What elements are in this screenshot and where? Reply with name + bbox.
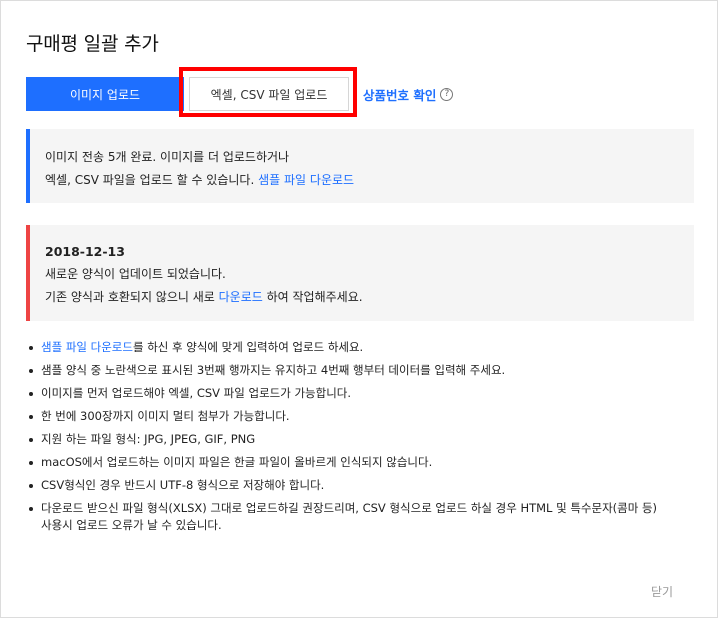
list-item: 한 번에 300장까지 이미지 멀티 첨부가 가능합니다. <box>26 408 706 425</box>
new-format-download-link[interactable]: 다운로드 <box>219 290 263 304</box>
bullet-dot <box>29 369 33 373</box>
list-item-text: 를 하신 후 양식에 맞게 입력하여 업로드 하세요. <box>132 340 364 354</box>
list-item-text-line1: 다운로드 받으신 파일 형식(XLSX) 그대로 업로드하길 권장드리며, CS… <box>41 501 658 515</box>
list-item-text-line2: 사용시 업로드 오류가 날 수 있습니다. <box>41 518 222 532</box>
bullet-dot <box>29 438 33 442</box>
bullet-dot <box>29 415 33 419</box>
list-item: 다운로드 받으신 파일 형식(XLSX) 그대로 업로드하길 권장드리며, CS… <box>26 500 706 534</box>
list-item-text: 이미지를 먼저 업로드해야 엑셀, CSV 파일 업로드가 가능합니다. <box>41 386 352 400</box>
dialog-title: 구매평 일괄 추가 <box>26 33 159 55</box>
list-item-text: 샘플 양식 중 노란색으로 표시된 3번째 행까지는 유지하고 4번째 행부터 … <box>41 363 506 377</box>
list-item: macOS에서 업로드하는 이미지 파일은 한글 파일이 올바르게 인식되지 않… <box>26 454 706 471</box>
list-item: 샘플 파일 다운로드를 하신 후 양식에 맞게 입력하여 업로드 하세요. <box>26 339 706 356</box>
list-item: 이미지를 먼저 업로드해야 엑셀, CSV 파일 업로드가 가능합니다. <box>26 385 706 402</box>
upload-status-text: 엑셀, CSV 파일을 업로드 할 수 있습니다. <box>45 173 259 187</box>
upload-status-line2: 엑셀, CSV 파일을 업로드 할 수 있습니다. 샘플 파일 다운로드 <box>45 169 694 192</box>
notice-update-line: 새로운 양식이 업데이트 되었습니다. <box>45 267 226 281</box>
list-item: 지원 하는 파일 형식: JPG, JPEG, GIF, PNG <box>26 431 706 448</box>
bullet-dot <box>29 346 33 350</box>
notice-redownload-prefix: 기존 양식과 호환되지 않으니 새로 <box>45 290 219 304</box>
product-number-check-label: 상품번호 확인 <box>363 88 437 103</box>
list-item-text: macOS에서 업로드하는 이미지 파일은 한글 파일이 올바르게 인식되지 않… <box>41 455 433 469</box>
format-update-notice: 2018-12-13 새로운 양식이 업데이트 되었습니다. 기존 양식과 호환… <box>26 225 694 321</box>
notice-redownload-suffix: 하여 작업해주세요. <box>262 290 363 304</box>
question-circle-icon[interactable]: ? <box>440 88 454 101</box>
list-item-text: 한 번에 300장까지 이미지 멀티 첨부가 가능합니다. <box>41 409 290 423</box>
bullet-dot <box>29 484 33 488</box>
notice-date: 2018-12-13 <box>45 244 125 259</box>
bullet-dot <box>29 392 33 396</box>
sample-file-download-link[interactable]: 샘플 파일 다운로드 <box>41 340 133 354</box>
excel-csv-upload-button[interactable]: 엑셀, CSV 파일 업로드 <box>189 77 349 111</box>
upload-status-notice: 이미지 전송 5개 완료. 이미지를 더 업로드하거나 엑셀, CSV 파일을 … <box>26 129 694 203</box>
bulk-review-dialog: 구매평 일괄 추가 이미지 업로드 엑셀, CSV 파일 업로드 상품번호 확인… <box>0 0 718 618</box>
notice-redownload-line: 기존 양식과 호환되지 않으니 새로 다운로드 하여 작업해주세요. <box>45 286 694 309</box>
product-number-check-link[interactable]: 상품번호 확인 ? <box>363 85 454 104</box>
list-item: CSV형식인 경우 반드시 UTF-8 형식으로 저장해야 합니다. <box>26 477 706 494</box>
list-item: 샘플 양식 중 노란색으로 표시된 3번째 행까지는 유지하고 4번째 행부터 … <box>26 362 706 379</box>
bullet-dot <box>29 461 33 465</box>
image-upload-button[interactable]: 이미지 업로드 <box>26 77 184 111</box>
list-item-text: 지원 하는 파일 형식: JPG, JPEG, GIF, PNG <box>41 432 256 446</box>
upload-status-line1: 이미지 전송 5개 완료. 이미지를 더 업로드하거나 <box>45 150 290 164</box>
close-button[interactable]: 닫기 <box>651 583 673 600</box>
bullet-dot <box>29 507 33 511</box>
sample-download-link[interactable]: 샘플 파일 다운로드 <box>258 173 354 187</box>
instruction-list: 샘플 파일 다운로드를 하신 후 양식에 맞게 입력하여 업로드 하세요. 샘플… <box>26 339 706 540</box>
list-item-text: CSV형식인 경우 반드시 UTF-8 형식으로 저장해야 합니다. <box>41 478 325 492</box>
